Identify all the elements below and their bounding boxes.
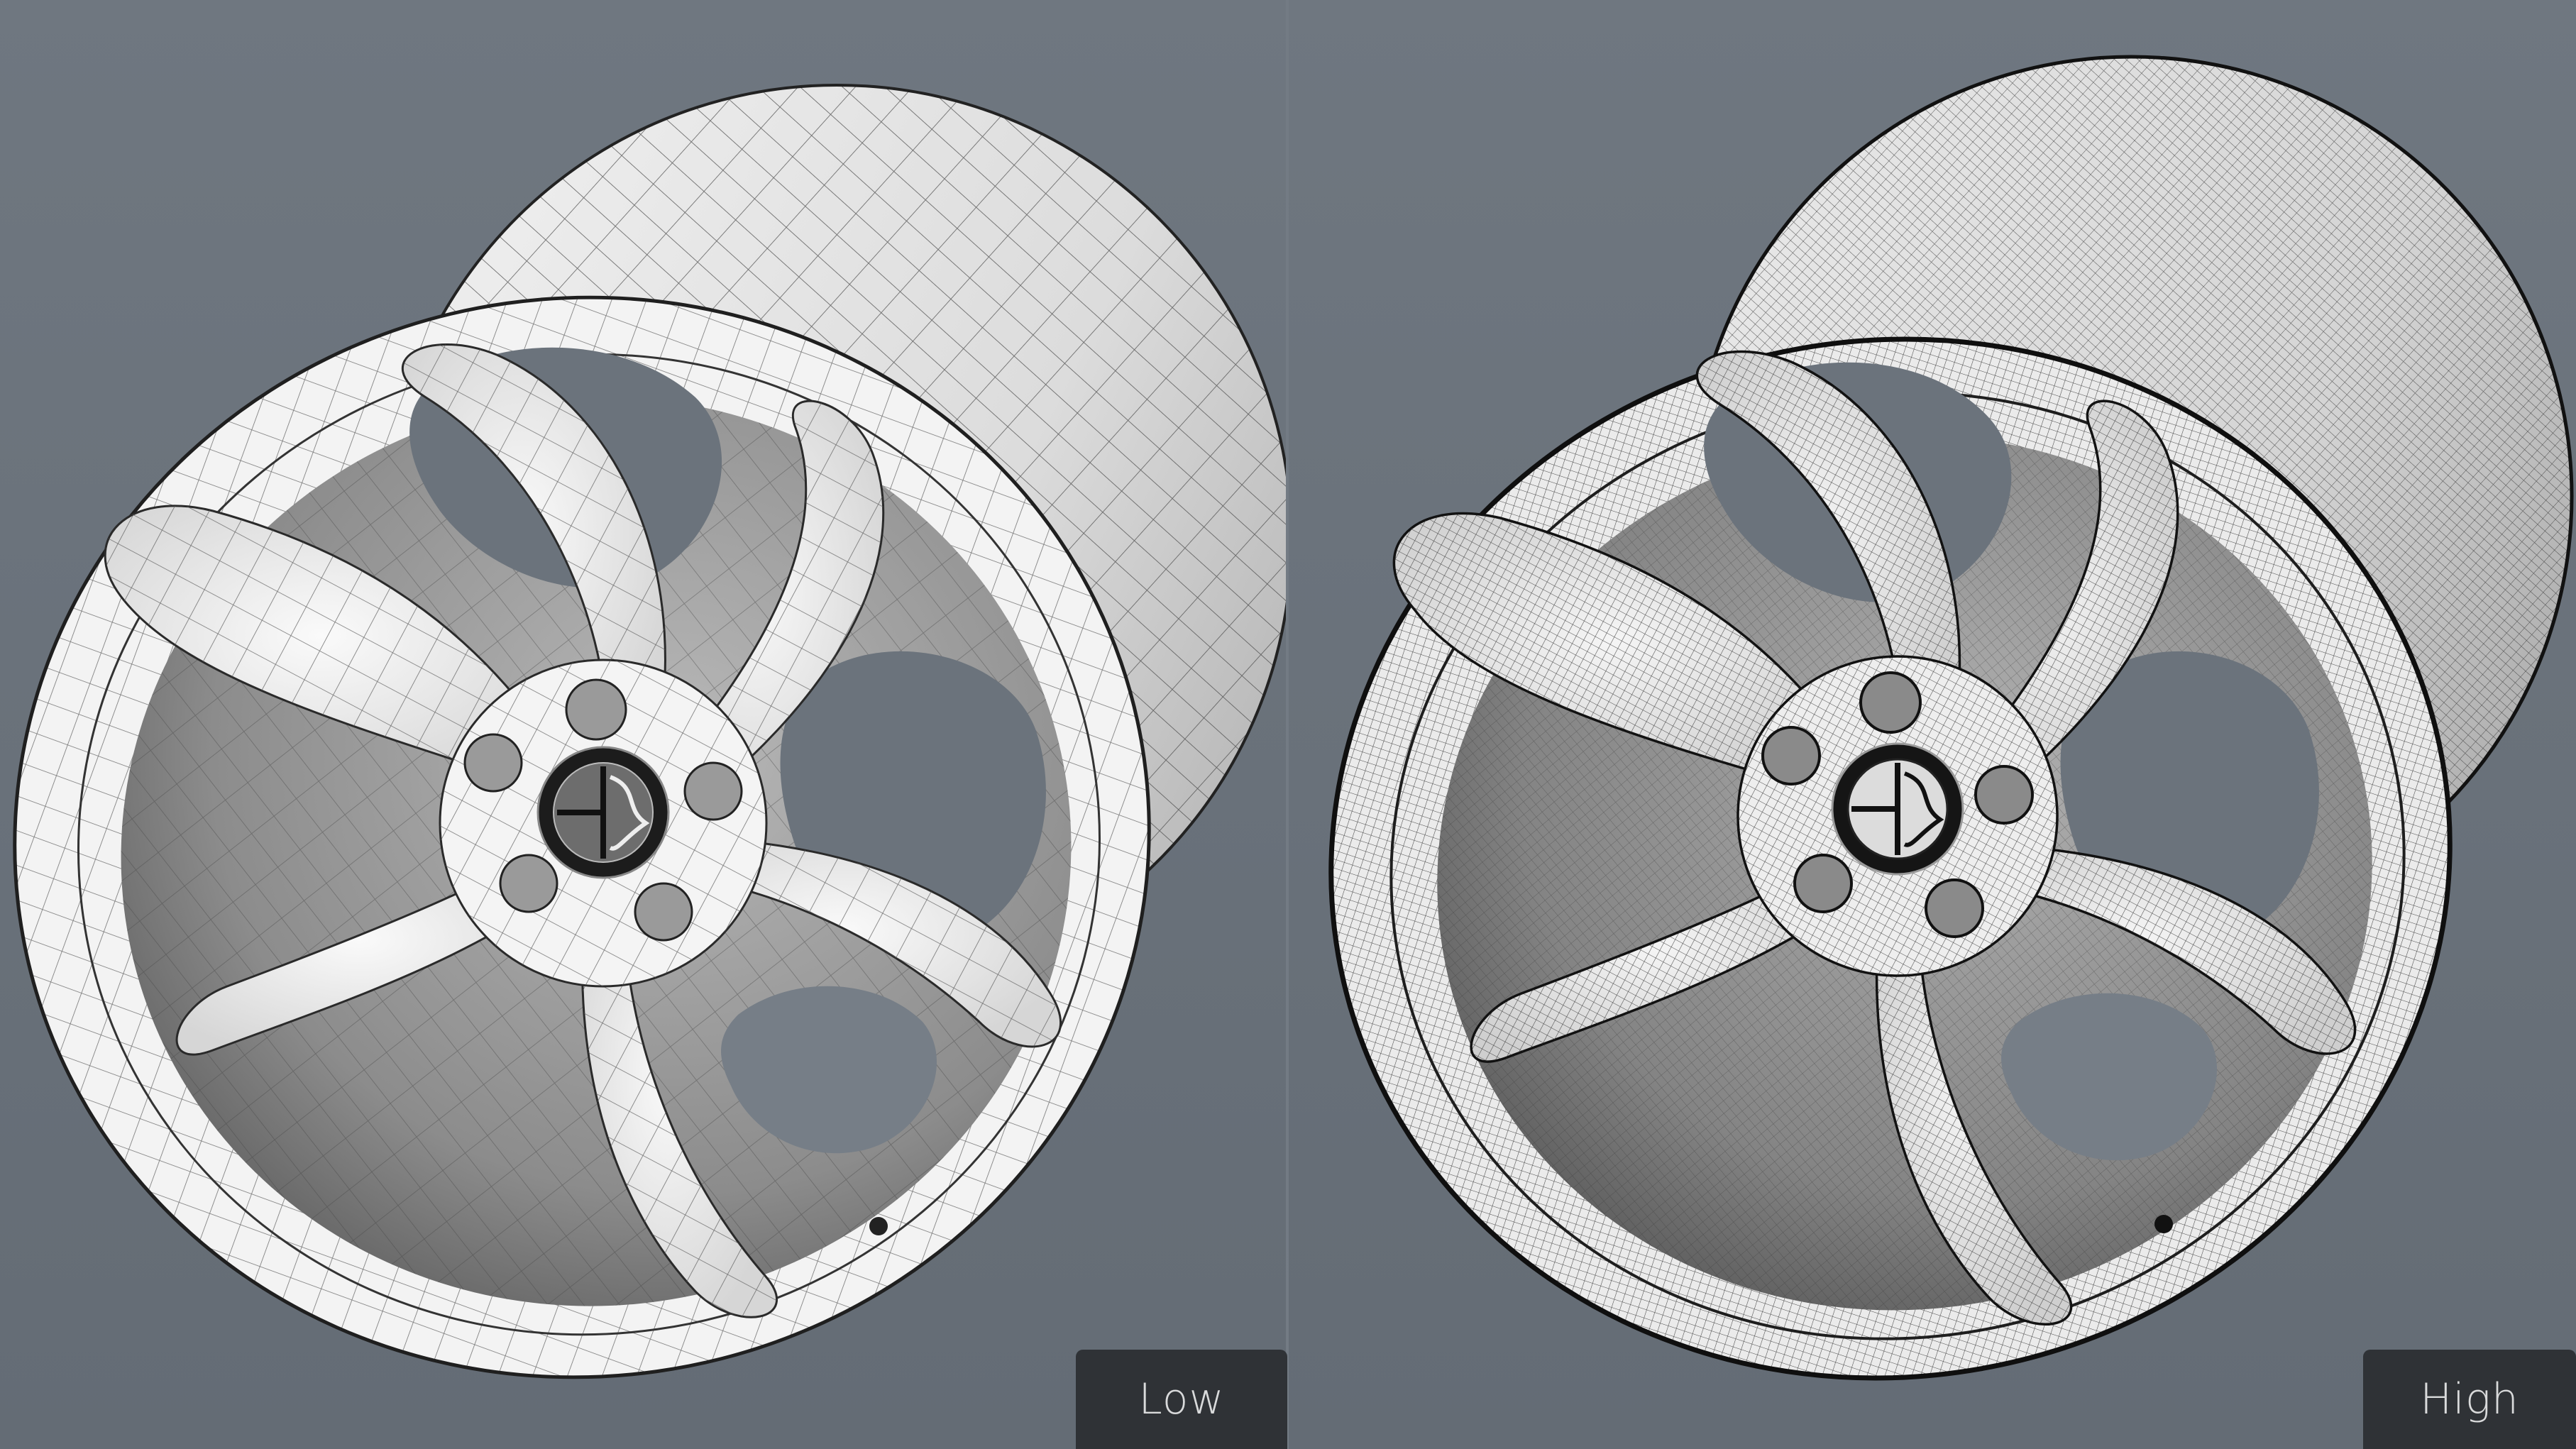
wheel-render-high <box>1328 55 2574 1381</box>
label-low: Low <box>1076 1350 1287 1449</box>
valve-stem-icon <box>869 1217 888 1235</box>
viewport-low-poly[interactable] <box>0 0 1287 1449</box>
comparison-stage: Low High <box>0 0 2576 1449</box>
alfa-romeo-logo-icon <box>1831 742 1964 876</box>
panel-divider <box>1286 0 1289 1449</box>
viewport-high-poly[interactable] <box>1287 0 2576 1449</box>
wheel-render-low <box>13 84 1287 1379</box>
valve-stem-icon <box>2154 1215 2173 1233</box>
alfa-romeo-logo-icon <box>536 746 670 879</box>
label-high: High <box>2363 1350 2576 1449</box>
